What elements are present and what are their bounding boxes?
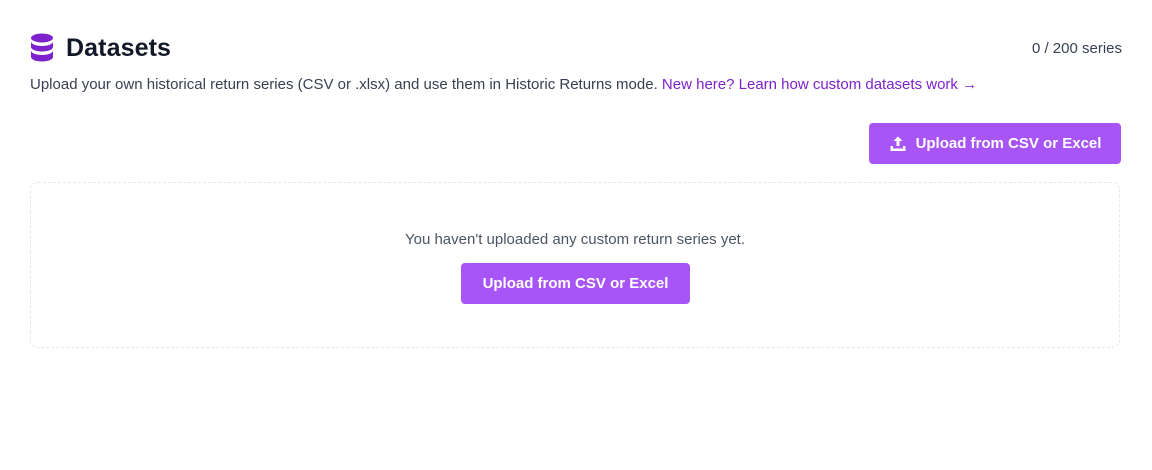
page-description: Upload your own historical return series… xyxy=(30,76,977,93)
empty-state-message: You haven't uploaded any custom return s… xyxy=(404,231,746,248)
page-header: Datasets 0 / 200 series xyxy=(30,30,1122,66)
empty-state-upload-label: Upload from CSV or Excel xyxy=(482,275,669,292)
learn-more-link[interactable]: New here? Learn how custom datasets work… xyxy=(662,76,977,93)
upload-icon xyxy=(889,135,907,153)
series-count: 0 / 200 series xyxy=(1031,39,1122,57)
database-icon xyxy=(30,33,54,63)
empty-state-upload-button[interactable]: Upload from CSV or Excel xyxy=(461,263,690,304)
upload-button-label: Upload from CSV or Excel xyxy=(915,135,1102,152)
upload-button[interactable]: Upload from CSV or Excel xyxy=(869,123,1121,164)
description-text: Upload your own historical return series… xyxy=(30,76,662,93)
empty-state: You haven't uploaded any custom return s… xyxy=(30,182,1120,348)
title-group: Datasets xyxy=(30,33,171,63)
page-title: Datasets xyxy=(66,33,172,62)
datasets-page: Datasets 0 / 200 series Upload your own … xyxy=(0,0,1152,470)
